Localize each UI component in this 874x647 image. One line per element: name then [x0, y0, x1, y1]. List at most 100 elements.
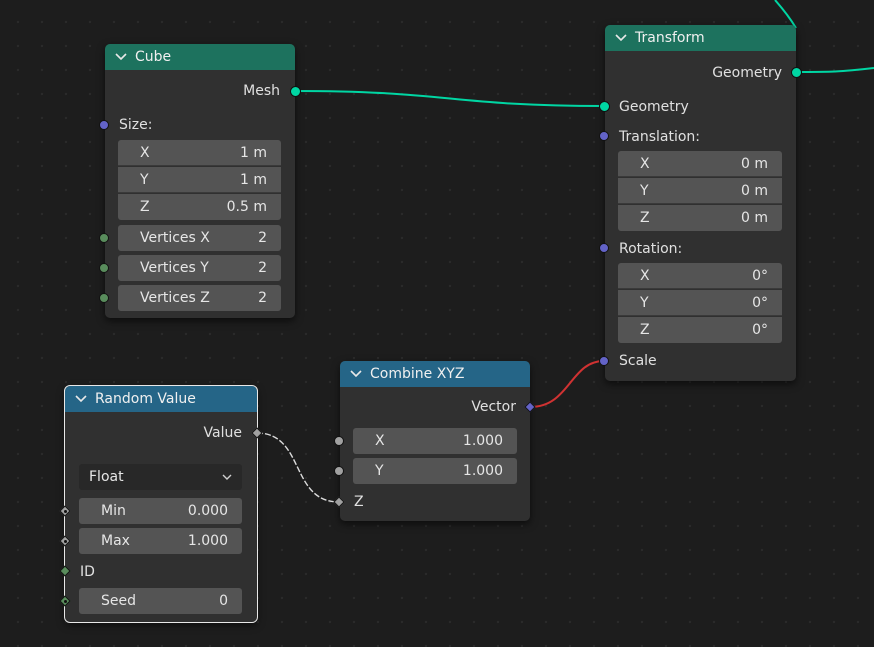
field-label: Min: [101, 503, 126, 519]
value-output-row: Value: [65, 421, 242, 445]
size-z-field[interactable]: Z 0.5 m: [118, 194, 281, 220]
vertices-y-socket[interactable]: [99, 263, 109, 273]
chevron-down-icon[interactable]: [115, 53, 129, 61]
scale-input-socket[interactable]: [599, 356, 609, 366]
data-type-value: Float: [89, 469, 124, 485]
field-label: X: [375, 433, 385, 449]
chevron-down-icon[interactable]: [75, 395, 89, 403]
cube-node[interactable]: Cube Mesh Size: X 1 m Y 1 m Z 0.5 m Vert…: [105, 44, 295, 318]
field-value: 2: [258, 290, 267, 306]
geometry-input-label: Geometry: [619, 99, 689, 115]
size-y-field[interactable]: Y 1 m: [118, 167, 281, 193]
field-dot: [64, 540, 67, 543]
rotation-label: Rotation:: [619, 241, 683, 257]
field-label: X: [640, 155, 650, 172]
link-offscreen-top[interactable]: [774, 0, 797, 29]
value-output-label: Value: [203, 425, 242, 441]
field-value: 1 m: [240, 171, 267, 188]
field-value: 1.000: [462, 463, 503, 479]
link-vector-to-scale[interactable]: [529, 360, 605, 408]
transform-node-header[interactable]: Transform: [605, 25, 796, 51]
field-value: 0 m: [741, 155, 768, 172]
y-input-socket[interactable]: [334, 466, 344, 476]
field-label: Vertices Y: [140, 260, 209, 276]
scale-label: Scale: [619, 353, 657, 369]
translation-row: Translation:: [619, 125, 700, 149]
mesh-output-row: Mesh: [105, 79, 280, 103]
size-x-field[interactable]: X 1 m: [118, 140, 281, 166]
field-label: Y: [640, 182, 649, 199]
geometry-output-row: Geometry: [605, 61, 782, 85]
chevron-down-icon[interactable]: [350, 370, 364, 378]
vector-output-row: Vector: [340, 395, 516, 419]
translation-input-socket[interactable]: [599, 131, 609, 141]
z-input-row: Z: [354, 490, 364, 514]
geometry-output-socket[interactable]: [791, 67, 802, 78]
random-value-node[interactable]: Random Value Value Float Min 0.000 Max 1…: [64, 385, 258, 623]
vertices-y-field[interactable]: Vertices Y 2: [118, 255, 281, 281]
field-label: Max: [101, 533, 130, 549]
field-value: 0°: [752, 267, 768, 284]
field-label: Y: [140, 171, 149, 188]
node-title: Cube: [135, 49, 172, 65]
random-value-node-header[interactable]: Random Value: [65, 386, 257, 412]
geometry-input-row: Geometry: [619, 95, 689, 119]
min-field[interactable]: Min 0.000: [79, 498, 242, 524]
x-input-field[interactable]: X 1.000: [353, 428, 517, 454]
field-value: 0°: [752, 322, 768, 338]
link-mesh-to-transform[interactable]: [294, 90, 605, 107]
mesh-output-socket[interactable]: [290, 86, 301, 97]
rotation-z-field[interactable]: Z 0°: [618, 317, 782, 343]
vertices-x-field[interactable]: Vertices X 2: [118, 225, 281, 251]
field-dot: [64, 510, 67, 513]
combine-xyz-node-header[interactable]: Combine XYZ: [340, 361, 530, 387]
link-transform-out[interactable]: [795, 67, 874, 73]
size-row: Size:: [119, 113, 152, 137]
seed-field[interactable]: Seed 0: [79, 588, 242, 614]
combine-xyz-node[interactable]: Combine XYZ Vector X 1.000 Y 1.000 Z: [340, 361, 530, 521]
field-label: Y: [375, 463, 384, 479]
geometry-input-socket[interactable]: [599, 101, 610, 112]
field-value: 0: [219, 593, 228, 609]
data-type-select[interactable]: Float: [79, 464, 242, 490]
id-row: ID: [80, 560, 95, 584]
node-title: Random Value: [95, 391, 196, 407]
size-input-socket[interactable]: [99, 120, 109, 130]
scale-row: Scale: [619, 349, 657, 373]
field-value: 2: [258, 230, 267, 246]
rotation-x-field[interactable]: X 0°: [618, 263, 782, 289]
y-input-field[interactable]: Y 1.000: [353, 458, 517, 484]
field-value: 1 m: [240, 144, 267, 161]
rotation-y-field[interactable]: Y 0°: [618, 290, 782, 316]
rotation-input-socket[interactable]: [599, 243, 609, 253]
field-value: 0 m: [741, 182, 768, 199]
node-title: Combine XYZ: [370, 366, 465, 382]
vertices-z-field[interactable]: Vertices Z 2: [118, 285, 281, 311]
translation-z-field[interactable]: Z 0 m: [618, 205, 782, 231]
field-label: Z: [640, 322, 650, 338]
node-title: Transform: [635, 30, 705, 46]
transform-node[interactable]: Transform Geometry Geometry Translation:…: [605, 25, 796, 381]
field-value: 0°: [752, 294, 768, 311]
vertices-z-socket[interactable]: [99, 293, 109, 303]
field-value: 2: [258, 260, 267, 276]
field-value: 0.000: [187, 503, 228, 519]
chevron-down-icon[interactable]: [615, 34, 629, 42]
cube-node-header[interactable]: Cube: [105, 44, 295, 70]
mesh-output-label: Mesh: [243, 83, 280, 99]
x-input-socket[interactable]: [334, 436, 344, 446]
geometry-output-label: Geometry: [712, 65, 782, 81]
field-value: 1.000: [187, 533, 228, 549]
translation-x-field[interactable]: X 0 m: [618, 151, 782, 177]
id-label: ID: [80, 564, 95, 580]
chevron-down-icon: [222, 469, 232, 485]
field-label: Seed: [101, 593, 136, 609]
field-dot: [64, 600, 67, 603]
field-label: X: [140, 144, 150, 161]
translation-y-field[interactable]: Y 0 m: [618, 178, 782, 204]
max-field[interactable]: Max 1.000: [79, 528, 242, 554]
vector-output-label: Vector: [471, 399, 516, 415]
field-value: 1.000: [462, 433, 503, 449]
link-value-to-z[interactable]: [256, 432, 340, 503]
vertices-x-socket[interactable]: [99, 233, 109, 243]
